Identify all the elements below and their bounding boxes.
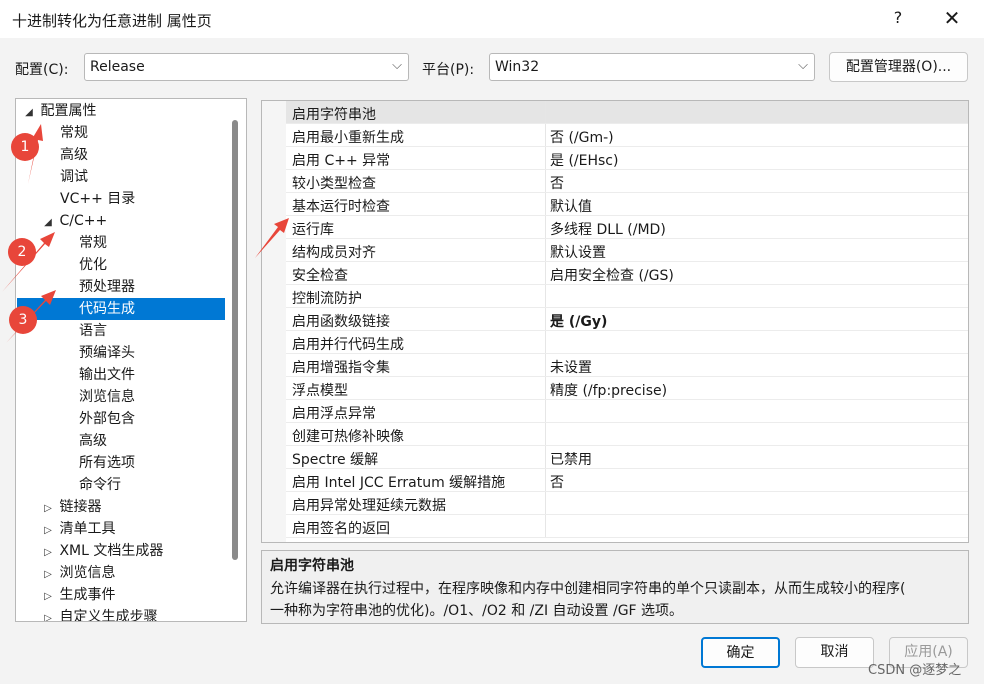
annotation-badge-2: 2 [8, 238, 36, 266]
annotation-badge-3: 3 [9, 306, 37, 334]
annotation-badge-1: 1 [11, 133, 39, 161]
annotation-arrows [2, 124, 289, 343]
annotation-arrow-runtime [255, 218, 289, 258]
watermark: CSDN @逐梦之 [868, 663, 962, 678]
